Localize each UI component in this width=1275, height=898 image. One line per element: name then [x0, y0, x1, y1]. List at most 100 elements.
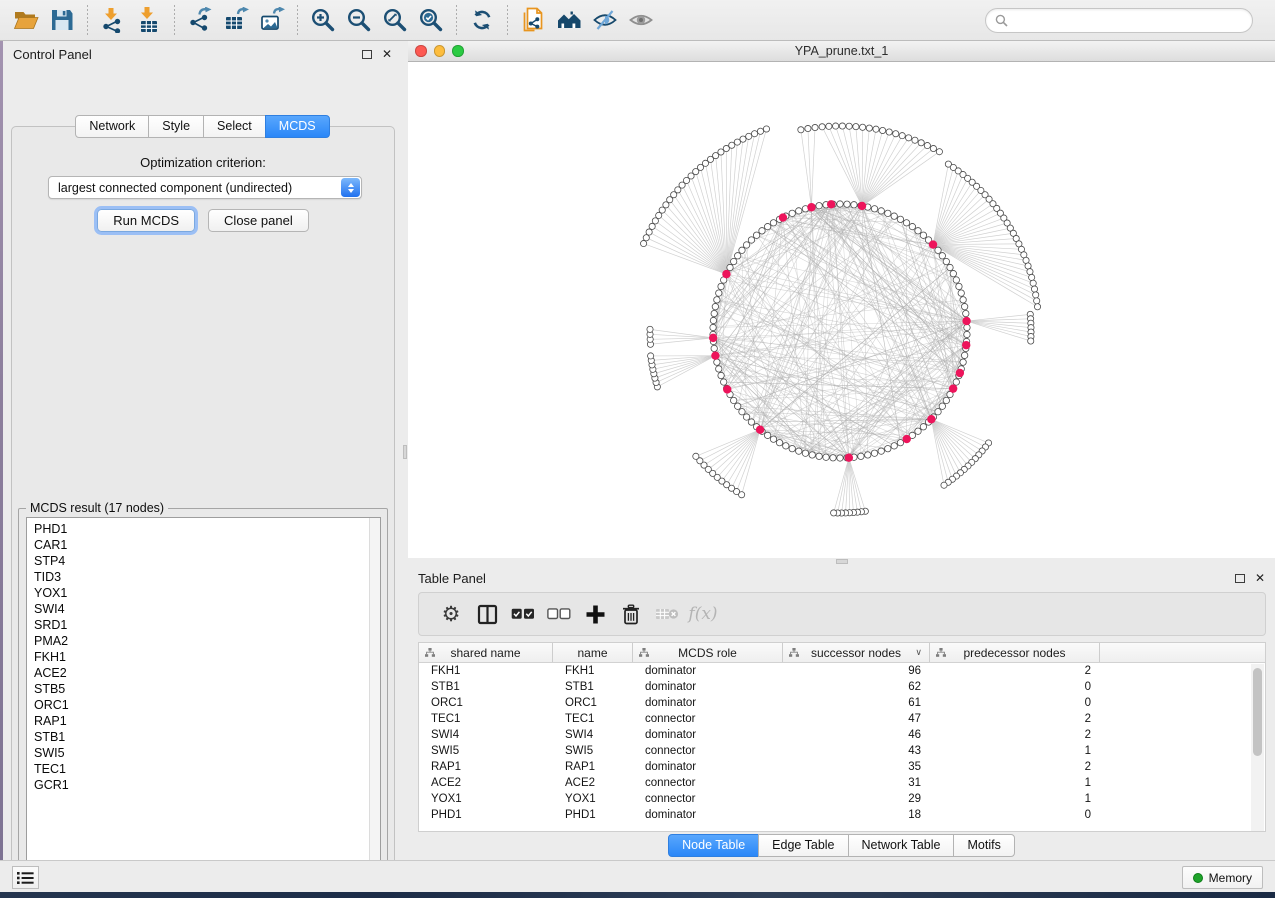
network-mcds-hub-node[interactable] [956, 369, 964, 377]
network-ring-node[interactable] [885, 445, 891, 451]
table-row[interactable]: RAP1RAP1dominator352 [419, 759, 1265, 775]
cell-name[interactable]: FKH1 [553, 665, 633, 677]
network-mcds-hub-node[interactable] [903, 435, 911, 443]
cell-name[interactable]: RAP1 [553, 761, 633, 773]
network-leaf-node[interactable] [647, 326, 653, 332]
table-row[interactable]: STB1STB1dominator620 [419, 679, 1265, 695]
network-mcds-hub-node[interactable] [962, 317, 970, 325]
mcds-result-item[interactable]: STB1 [34, 729, 380, 745]
network-leaf-node[interactable] [886, 129, 892, 135]
network-ring-node[interactable] [865, 452, 871, 458]
network-mcds-hub-node[interactable] [722, 270, 730, 278]
mcds-result-item[interactable]: SRD1 [34, 617, 380, 633]
network-ring-node[interactable] [920, 424, 926, 430]
tab-edge-table[interactable]: Edge Table [758, 834, 848, 857]
cell-MCDS-role[interactable]: dominator [633, 697, 783, 709]
network-ring-node[interactable] [837, 455, 843, 461]
mcds-result-item[interactable]: ORC1 [34, 697, 380, 713]
open-folder-button[interactable] [9, 3, 43, 37]
network-ring-node[interactable] [714, 359, 720, 365]
network-leaf-node[interactable] [899, 133, 905, 139]
cell-name[interactable]: ACE2 [553, 777, 633, 789]
network-leaf-node[interactable] [640, 240, 646, 246]
cell-predecessor-nodes[interactable]: 2 [930, 761, 1100, 773]
network-ring-node[interactable] [920, 232, 926, 238]
network-ring-node[interactable] [915, 428, 921, 434]
network-ring-node[interactable] [830, 455, 836, 461]
network-leaf-node[interactable] [1027, 269, 1033, 275]
network-leaf-node[interactable] [880, 127, 886, 133]
network-ring-node[interactable] [711, 310, 717, 316]
memory-button[interactable]: Memory [1182, 866, 1263, 889]
network-ring-node[interactable] [897, 216, 903, 222]
cell-shared-name[interactable]: SWI4 [419, 729, 553, 741]
cell-predecessor-nodes[interactable]: 2 [930, 729, 1100, 741]
mcds-result-item[interactable]: STP4 [34, 553, 380, 569]
network-ring-node[interactable] [953, 277, 959, 283]
cell-predecessor-nodes[interactable]: 1 [930, 777, 1100, 789]
network-ring-node[interactable] [809, 452, 815, 458]
table-settings-button[interactable]: ⚙ [433, 596, 469, 632]
network-ring-node[interactable] [716, 290, 722, 296]
network-mcds-hub-node[interactable] [756, 425, 764, 433]
network-leaf-node[interactable] [649, 223, 655, 229]
network-ring-node[interactable] [802, 450, 808, 456]
tab-motifs[interactable]: Motifs [953, 834, 1014, 857]
network-leaf-node[interactable] [1030, 280, 1036, 286]
cell-predecessor-nodes[interactable]: 0 [930, 697, 1100, 709]
network-ring-node[interactable] [712, 303, 718, 309]
hide-eye-button[interactable] [588, 3, 622, 37]
network-leaf-node[interactable] [941, 482, 947, 488]
mcds-result-item[interactable]: GCR1 [34, 777, 380, 793]
network-leaf-node[interactable] [1028, 338, 1034, 344]
network-leaf-node[interactable] [805, 125, 811, 131]
tab-style[interactable]: Style [148, 115, 204, 138]
column-header-successor-nodes[interactable]: successor nodes∨ [783, 643, 930, 662]
mcds-result-item[interactable]: SWI4 [34, 601, 380, 617]
network-ring-node[interactable] [718, 283, 724, 289]
network-mcds-hub-node[interactable] [779, 213, 787, 221]
network-leaf-node[interactable] [860, 124, 866, 130]
network-leaf-node[interactable] [1033, 292, 1039, 298]
cell-shared-name[interactable]: PHD1 [419, 809, 553, 821]
mcds-result-item[interactable]: ACE2 [34, 665, 380, 681]
network-ring-node[interactable] [943, 397, 949, 403]
network-mcds-hub-node[interactable] [807, 203, 815, 211]
network-ring-node[interactable] [764, 223, 770, 229]
network-mcds-hub-node[interactable] [962, 341, 970, 349]
cell-predecessor-nodes[interactable]: 0 [930, 809, 1100, 821]
network-ring-node[interactable] [739, 247, 745, 253]
cell-shared-name[interactable]: FKH1 [419, 665, 553, 677]
network-leaf-node[interactable] [729, 142, 735, 148]
tab-mcds[interactable]: MCDS [265, 115, 330, 138]
mcds-result-list[interactable]: PHD1CAR1STP4TID3YOX1SWI4SRD1PMA2FKH1ACE2… [26, 517, 381, 867]
apply-function-button[interactable]: f(x) [685, 596, 721, 632]
network-ring-node[interactable] [943, 258, 949, 264]
network-ring-node[interactable] [963, 310, 969, 316]
delete-column-button[interactable] [613, 596, 649, 632]
network-leaf-node[interactable] [648, 353, 654, 359]
network-ring-node[interactable] [935, 247, 941, 253]
network-ring-node[interactable] [878, 208, 884, 214]
network-document-button[interactable] [516, 3, 550, 37]
mcds-result-item[interactable]: YOX1 [34, 585, 380, 601]
network-ring-node[interactable] [714, 297, 720, 303]
cell-predecessor-nodes[interactable]: 2 [930, 713, 1100, 725]
network-ring-node[interactable] [964, 331, 970, 337]
horizontal-splitter[interactable] [408, 558, 1275, 565]
table-row[interactable]: YOX1YOX1connector291 [419, 791, 1265, 807]
network-leaf-node[interactable] [693, 453, 699, 459]
close-panel-button[interactable]: Close panel [208, 209, 309, 232]
network-mcds-hub-node[interactable] [711, 351, 719, 359]
network-ring-node[interactable] [956, 283, 962, 289]
table-row[interactable]: ACE2ACE2connector311 [419, 775, 1265, 791]
save-button[interactable] [45, 3, 79, 37]
network-mcds-hub-node[interactable] [858, 202, 866, 210]
cell-MCDS-role[interactable]: dominator [633, 665, 783, 677]
network-leaf-node[interactable] [1031, 286, 1037, 292]
network-ring-node[interactable] [964, 324, 970, 330]
list-scrollbar[interactable] [369, 518, 380, 866]
cell-successor-nodes[interactable]: 31 [783, 777, 930, 789]
network-leaf-node[interactable] [918, 140, 924, 146]
network-leaf-node[interactable] [643, 235, 649, 241]
